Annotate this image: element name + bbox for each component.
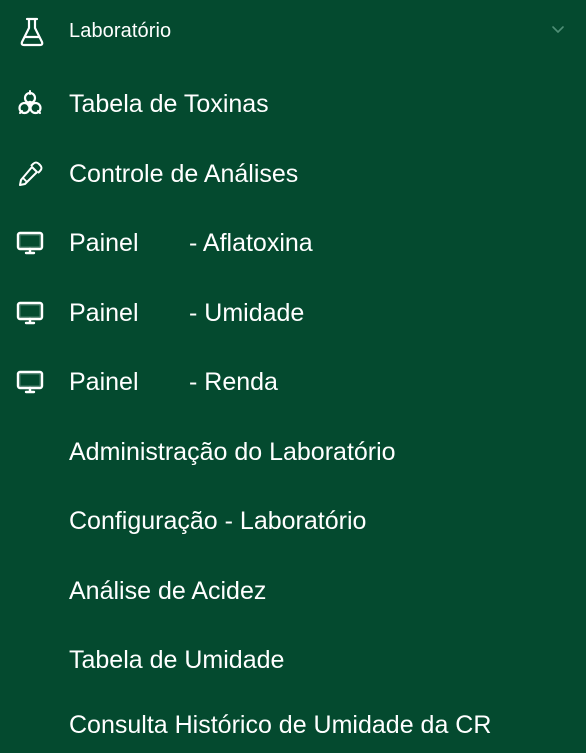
menu-item-label: Painel [69,299,139,327]
monitor-icon [15,298,45,328]
menu-item-controle-de-analises[interactable]: Controle de Análises [0,146,586,202]
menu-group-label: Laboratório [69,20,172,42]
menu-item-tabela-de-toxinas[interactable]: Tabela de Toxinas [0,76,586,132]
menu-item-label: Configuração - Laboratório [69,507,367,535]
sidebar-menu: Laboratório Tabela de Toxinas Controle d… [0,0,586,753]
menu-item-label: Administração do Laboratório [69,438,396,466]
menu-item-suffix: - Renda [189,368,278,396]
chevron-down-icon[interactable] [550,24,566,36]
pipette-icon [15,159,45,189]
biohazard-icon [15,89,45,119]
menu-item-consulta-historico-de-umidade-da-cr[interactable]: Consulta Histórico de Umidade da CR [0,697,586,753]
menu-item-painel-renda[interactable]: Painel - Renda [0,354,586,410]
menu-item-suffix: - Umidade [189,299,305,327]
menu-item-analise-de-acidez[interactable]: Análise de Acidez [0,563,586,619]
menu-item-label: Consulta Histórico de Umidade da CR [69,711,492,739]
menu-item-tabela-de-umidade[interactable]: Tabela de Umidade [0,632,586,688]
menu-item-label: Painel [69,229,139,257]
menu-group-laboratorio[interactable]: Laboratório [0,0,586,64]
monitor-icon [15,228,45,258]
menu-item-painel-aflatoxina[interactable]: Painel - Aflatoxina [0,215,586,271]
menu-item-configuracao-laboratorio[interactable]: Configuração - Laboratório [0,493,586,549]
menu-item-label: Controle de Análises [69,160,299,188]
menu-item-label: Tabela de Umidade [69,646,285,674]
menu-item-label: Painel [69,368,139,396]
menu-item-administracao-do-laboratorio[interactable]: Administração do Laboratório [0,424,586,480]
flask-icon [18,16,46,48]
menu-item-suffix: - Aflatoxina [189,229,313,257]
menu-item-painel-umidade[interactable]: Painel - Umidade [0,285,586,341]
monitor-icon [15,367,45,397]
menu-item-label: Tabela de Toxinas [69,90,269,118]
menu-item-label: Análise de Acidez [69,577,267,605]
